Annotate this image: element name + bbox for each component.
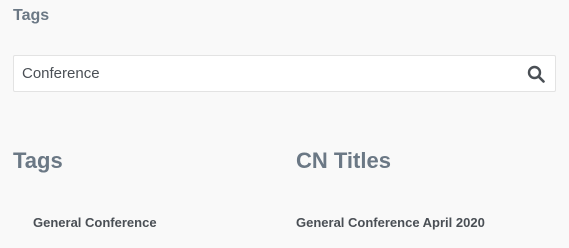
search-input[interactable] xyxy=(22,56,512,91)
page-title: Tags xyxy=(13,7,50,24)
cn-title-result-item[interactable]: General Conference April 2020 xyxy=(296,215,485,230)
tags-column-heading: Tags xyxy=(13,148,63,173)
tag-result-item[interactable]: General Conference xyxy=(33,215,157,230)
search-box xyxy=(13,55,556,92)
cn-titles-column-heading: CN Titles xyxy=(296,148,391,173)
search-icon[interactable] xyxy=(527,65,545,83)
